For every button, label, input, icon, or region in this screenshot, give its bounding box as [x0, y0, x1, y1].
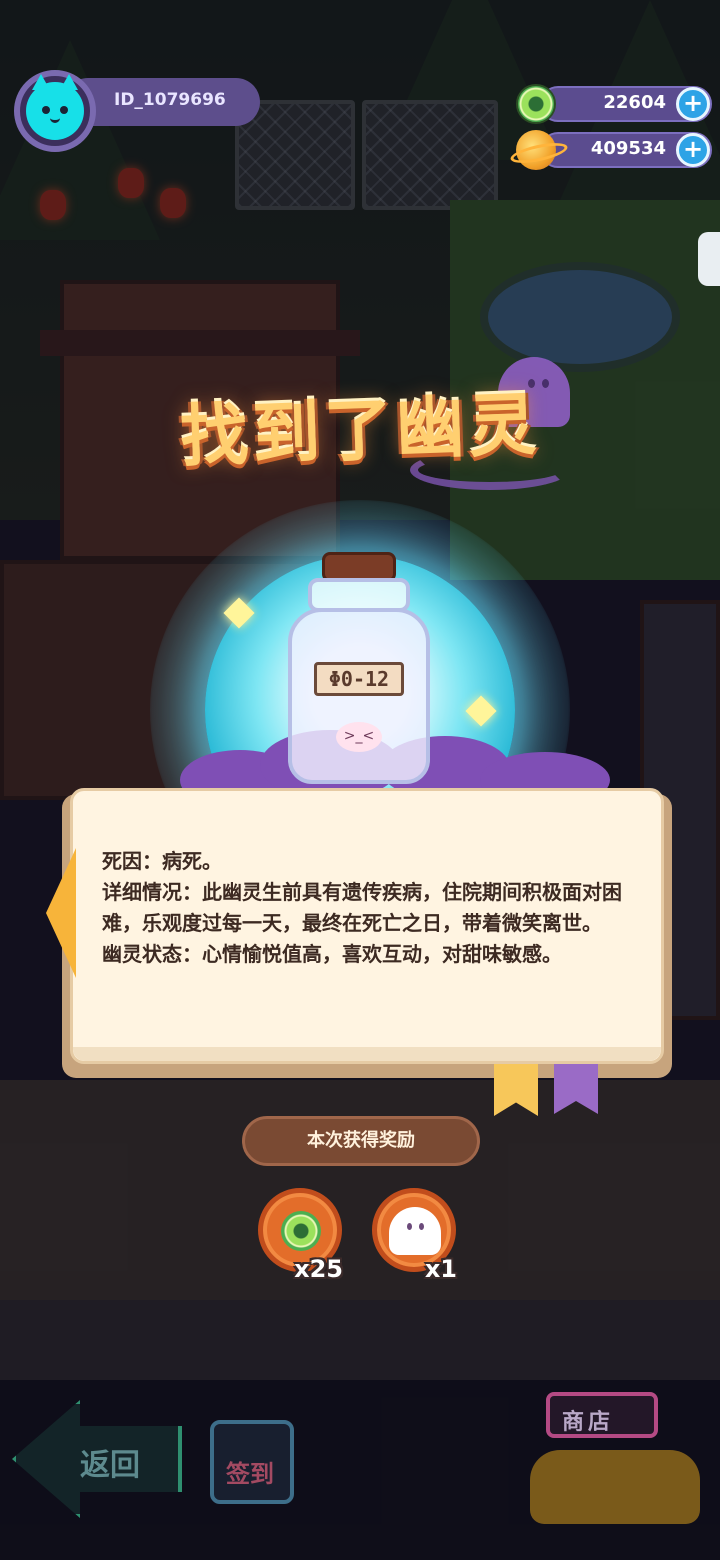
back-button[interactable]: 返回: [12, 1400, 182, 1518]
shop-button[interactable]: 商店: [520, 1384, 710, 1534]
donut-icon: [281, 1211, 321, 1251]
reward-item-donut: x25: [258, 1188, 343, 1283]
ghost-info-book: 死因：病死。 详细情况：此幽灵生前具有遗传疾病，住院期间积极面对困难，乐观度过每…: [46, 788, 672, 1078]
ghost-status: 幽灵状态：心情愉悦值高，喜欢互动，对甜味敏感。: [102, 942, 562, 966]
add-donut-button[interactable]: +: [676, 87, 710, 121]
currency-coin: 409534 +: [516, 130, 712, 170]
popup-title-wrap: 找到了幽灵: [0, 375, 720, 478]
shop-car-icon: [530, 1450, 700, 1524]
popup-title: 找到了幽灵: [178, 385, 542, 478]
reward-count: x25: [294, 1255, 343, 1283]
signin-label: 签到: [226, 1460, 274, 1488]
player-profile[interactable]: ID_1079696: [14, 70, 260, 152]
cause-of-death: 死因：病死。: [102, 849, 222, 873]
back-label: 返回: [80, 1448, 140, 1483]
planet-coin-icon: [516, 130, 556, 170]
ghost-face-icon: >_<: [336, 722, 382, 752]
ghost-bottle: Φ0-12 >_<: [286, 552, 432, 784]
currency-donut: 22604 +: [516, 84, 712, 124]
reward-title: 本次获得奖励: [242, 1116, 480, 1166]
shop-sign: 商店: [546, 1392, 658, 1438]
signin-button[interactable]: 签到: [210, 1420, 294, 1504]
bottle-label: Φ0-12: [314, 662, 404, 696]
ghost-icon: [389, 1207, 441, 1255]
coin-count: 409534: [590, 138, 666, 159]
reward-item-ghost: x1: [372, 1188, 457, 1283]
avatar[interactable]: [14, 70, 96, 152]
cat-avatar-icon: [26, 74, 84, 140]
user-id: ID_1079696: [114, 90, 226, 110]
add-coin-button[interactable]: +: [676, 133, 710, 167]
donut-count: 22604: [603, 92, 666, 113]
shop-label: 商店: [562, 1410, 615, 1435]
donut-icon: [516, 84, 556, 124]
details: 详细情况：此幽灵生前具有遗传疾病，住院期间积极面对困难，乐观度过每一天，最终在死…: [102, 880, 622, 935]
reward-count: x1: [424, 1255, 457, 1283]
side-tab[interactable]: [698, 232, 720, 286]
book-text: 死因：病死。 详细情况：此幽灵生前具有遗传疾病，住院期间积极面对困难，乐观度过每…: [102, 846, 622, 970]
